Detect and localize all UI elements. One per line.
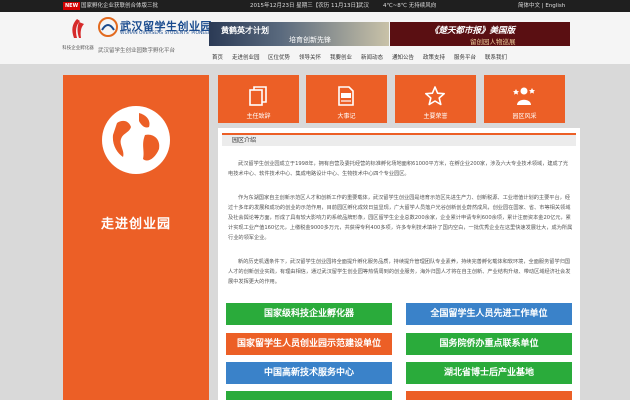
tile-park-gallery-label: 园区风采 [512, 113, 537, 120]
honor-button-key-contact[interactable]: 国务院侨办重点联系单位 [406, 333, 572, 355]
talent-plan-banner[interactable]: 黄鹤英才计划 培育创新先锋 [209, 22, 389, 46]
banner2-subline: 留创园人物巡展 [470, 38, 516, 46]
honor-button-demo-park[interactable]: 国家留学生人员创业园示范建设单位 [226, 333, 392, 355]
tile-honors-label: 主要荣誉 [423, 113, 448, 120]
honor-button-cut-off-left[interactable] [226, 391, 392, 400]
nav-news[interactable]: 新闻动态 [361, 53, 383, 61]
new-badge: NEW [63, 2, 81, 10]
current-date: 2015年12月23日 星期三【农历 11月13日】 [250, 3, 362, 9]
intro-paragraph-2: 作为东湖国家自主创新示范区人才和创新工作的重要载体，武汉留学生创业园是培育示范区… [228, 195, 573, 241]
nav-services[interactable]: 服务平台 [454, 53, 476, 61]
banner2-headline: 《楚天都市报》美国版 [430, 26, 516, 36]
document-copy-icon [249, 86, 267, 106]
case-file-icon [338, 86, 354, 106]
intro-heading-text: 园区介绍 [232, 137, 257, 144]
nav-start-business[interactable]: 我要创业 [330, 53, 352, 61]
star-icon [425, 86, 445, 106]
intro-panel-heading: 园区介绍 [222, 133, 576, 146]
honor-button-advanced-unit[interactable]: 全国留学生人员先进工作单位 [406, 303, 572, 325]
nav-location[interactable]: 区位优势 [268, 53, 290, 61]
honor-button-cut-off-right[interactable] [406, 391, 572, 400]
hero-title: 走进创业园 [100, 217, 171, 232]
park-logo-icon[interactable] [98, 17, 118, 37]
banner1-subline: 培育创新先锋 [289, 36, 331, 44]
language-switch[interactable]: 简体中文 | English [518, 0, 565, 12]
platform-tagline: 武汉留学生创业园数字孵化平台 [98, 48, 176, 54]
newspaper-banner[interactable]: 《楚天都市报》美国版 留创园人物巡展 [390, 22, 570, 46]
emblem-label: 科技企业孵化器 [62, 46, 94, 51]
tile-director-speech-label: 主任致辞 [246, 113, 271, 120]
person-stars-icon [513, 87, 535, 105]
tile-park-gallery[interactable]: 园区风采 [484, 75, 565, 123]
tile-honors[interactable]: 主要荣誉 [395, 75, 476, 123]
incubator-emblem-icon [72, 19, 84, 38]
news-ticker-link[interactable]: 国家孵化企业获联创合体版三批 [81, 0, 158, 12]
main-nav: 首页 走进创业园 区位优势 领导关怀 我要创业 新闻动态 通知公告 政策支持 服… [209, 53, 579, 63]
tile-milestones[interactable]: 大事记 [306, 75, 387, 123]
tile-director-speech[interactable]: 主任致辞 [218, 75, 299, 123]
honor-button-national-incubator[interactable]: 国家级科技企业孵化器 [226, 303, 392, 325]
nav-about[interactable]: 走进创业园 [232, 53, 260, 61]
nav-contact[interactable]: 联系我们 [485, 53, 507, 61]
tile-milestones-label: 大事记 [337, 113, 356, 120]
nav-home[interactable]: 首页 [212, 53, 223, 61]
weather-city: 武汉 [358, 3, 370, 9]
intro-paragraph-3: 新的历史机遇条件下，武汉留学生创业园将全面提升孵化服务品质，持续提升管理团队专业… [228, 259, 571, 285]
nav-leadership[interactable]: 领导关怀 [299, 53, 321, 61]
banner1-headline: 黄鹤英才计划 [221, 26, 269, 35]
top-news-bar: NEW 国家孵化企业获联创合体版三批 2015年12月23日 星期三【农历 11… [0, 0, 630, 12]
globe-icon [102, 106, 170, 174]
nav-notices[interactable]: 通知公告 [392, 53, 414, 61]
weather-info: 4℃~8℃ 无持续风向 [383, 3, 437, 9]
honor-button-tech-service[interactable]: 中国高新技术服务中心 [226, 362, 392, 384]
intro-paragraph-1: 武汉留学生创业园成立于1998年，拥有自营及委托经营的标准孵化场地面积61000… [228, 161, 569, 177]
nav-policy[interactable]: 政策支持 [423, 53, 445, 61]
honor-button-postdoc-base[interactable]: 湖北省博士后产业基地 [406, 362, 572, 384]
